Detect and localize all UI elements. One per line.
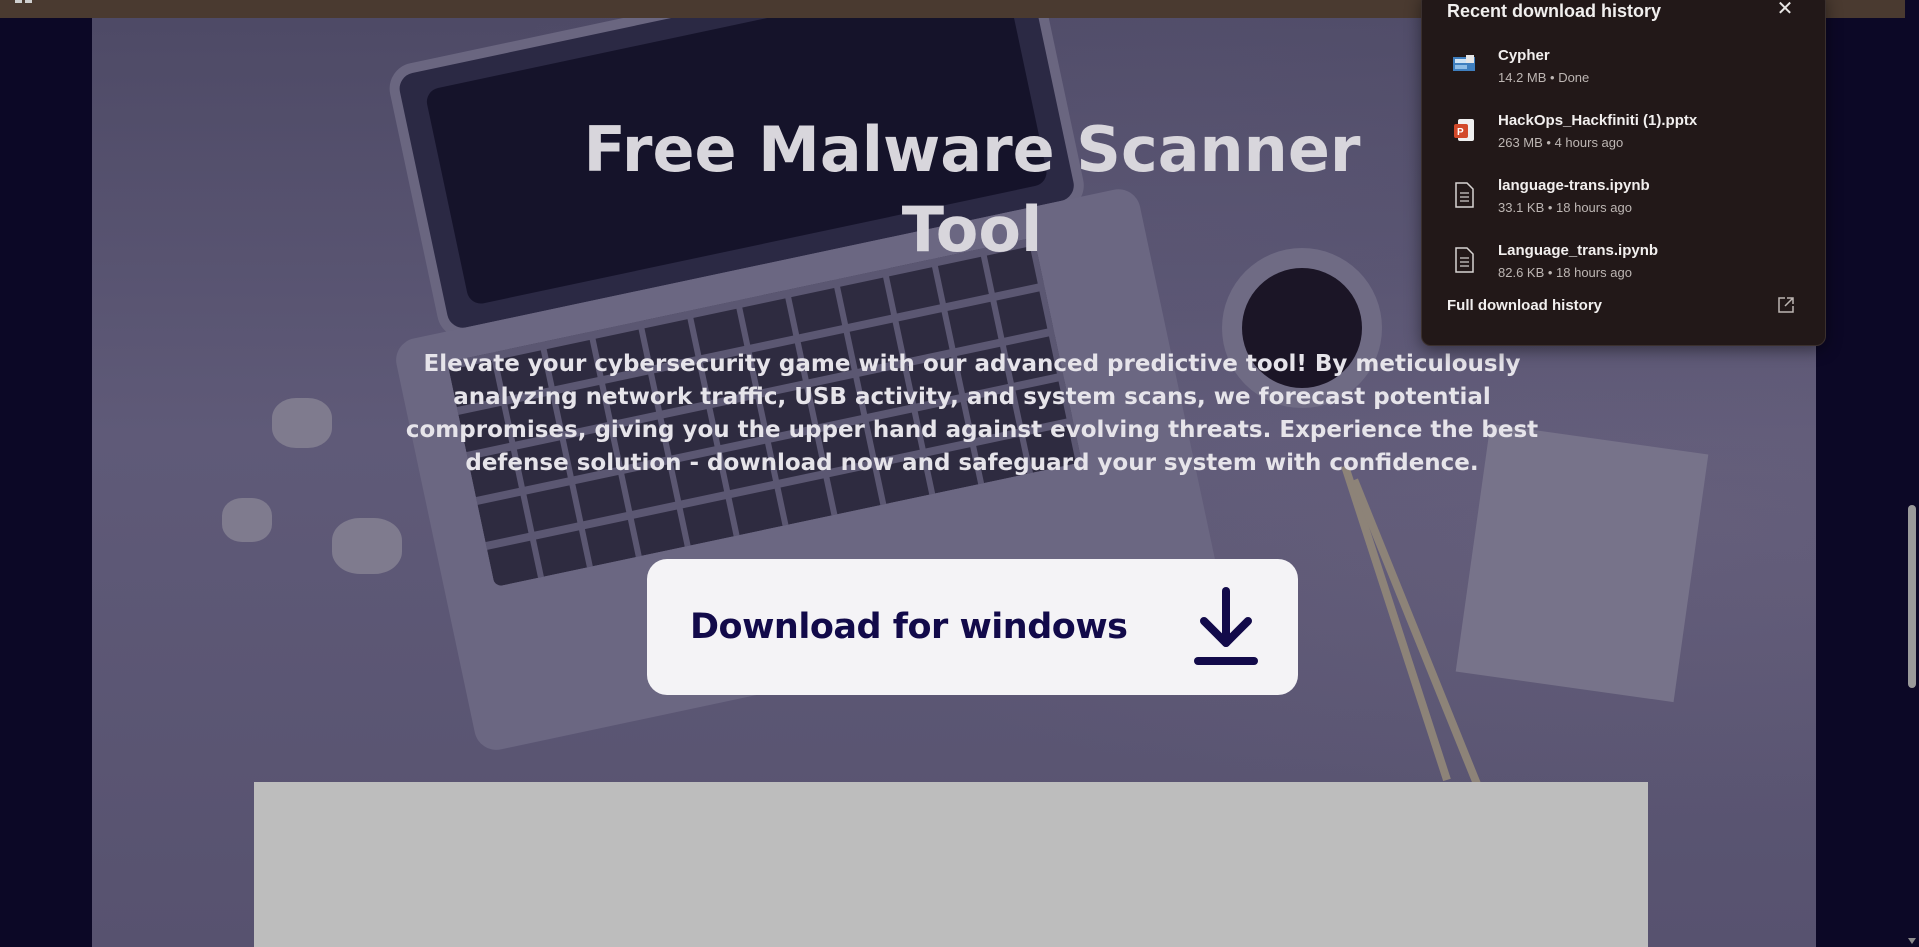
crumpled-paper-image	[222, 498, 272, 542]
download-item-name: HackOps_Hackfiniti (1).pptx	[1498, 112, 1698, 129]
scroll-down-arrow-icon[interactable]	[1908, 938, 1916, 944]
page-title: Free Malware Scanner Tool	[583, 113, 1361, 266]
download-item-meta: 14.2 MB • Done	[1498, 70, 1590, 85]
download-item[interactable]: Cypher 14.2 MB • Done	[1422, 37, 1825, 99]
download-item-name: Cypher	[1498, 47, 1550, 64]
download-item-name: language-trans.ipynb	[1498, 177, 1650, 194]
document-icon	[1455, 247, 1474, 273]
scrollbar-thumb[interactable]	[1908, 505, 1916, 688]
download-item-meta: 82.6 KB • 18 hours ago	[1498, 265, 1632, 280]
download-for-windows-button[interactable]: Download for windows	[647, 559, 1298, 695]
download-item-name: Language_trans.ipynb	[1498, 242, 1659, 259]
downloads-panel-title: Recent download history	[1447, 1, 1662, 21]
installer-icon	[1453, 55, 1475, 71]
apps-grid-icon[interactable]	[15, 0, 33, 3]
page-scrollbar[interactable]	[1905, 0, 1919, 947]
svg-text:P: P	[1457, 127, 1464, 138]
download-item-meta: 263 MB • 4 hours ago	[1498, 135, 1624, 150]
download-button-label: Download for windows	[690, 607, 1128, 647]
document-icon	[1455, 182, 1474, 208]
download-item-meta: 33.1 KB • 18 hours ago	[1498, 200, 1632, 215]
close-icon[interactable]: ✕	[1774, 0, 1796, 21]
content-placeholder	[254, 782, 1648, 947]
crumpled-paper-image	[272, 398, 332, 448]
download-item[interactable]: Language_trans.ipynb 82.6 KB • 18 hours …	[1422, 232, 1825, 294]
open-external-icon[interactable]	[1777, 296, 1795, 314]
download-item[interactable]: P HackOps_Hackfiniti (1).pptx 263 MB • 4…	[1422, 102, 1825, 164]
pencil-image	[1341, 464, 1451, 782]
powerpoint-icon: P	[1454, 119, 1474, 141]
download-item[interactable]: language-trans.ipynb 33.1 KB • 18 hours …	[1422, 167, 1825, 229]
downloads-panel: Recent download history ✕ Cypher 14.2 MB…	[1421, 0, 1826, 346]
full-download-history-link[interactable]: Full download history	[1447, 297, 1602, 314]
hero-description: Elevate your cybersecurity game with our…	[405, 351, 1539, 476]
crumpled-paper-image	[332, 518, 402, 574]
download-arrow-icon	[1194, 587, 1258, 665]
